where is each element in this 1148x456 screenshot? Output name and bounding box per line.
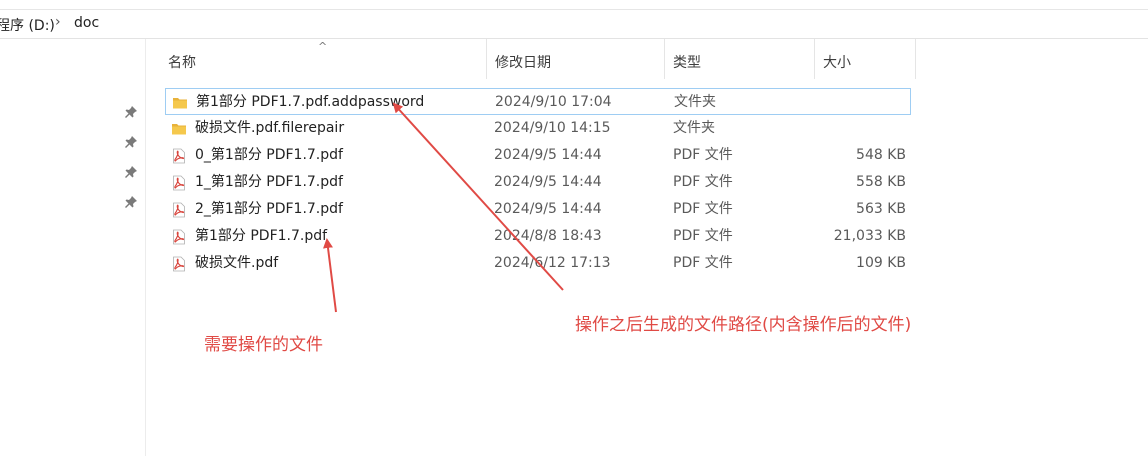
arrow-to-output-folder xyxy=(392,102,564,291)
annotation-source-file: 需要操作的文件 xyxy=(204,335,323,355)
arrow-to-source-file xyxy=(323,238,337,313)
annotation-arrows xyxy=(323,102,564,313)
annotation-output-path: 操作之后生成的文件路径(内含操作后的文件) xyxy=(575,315,912,335)
